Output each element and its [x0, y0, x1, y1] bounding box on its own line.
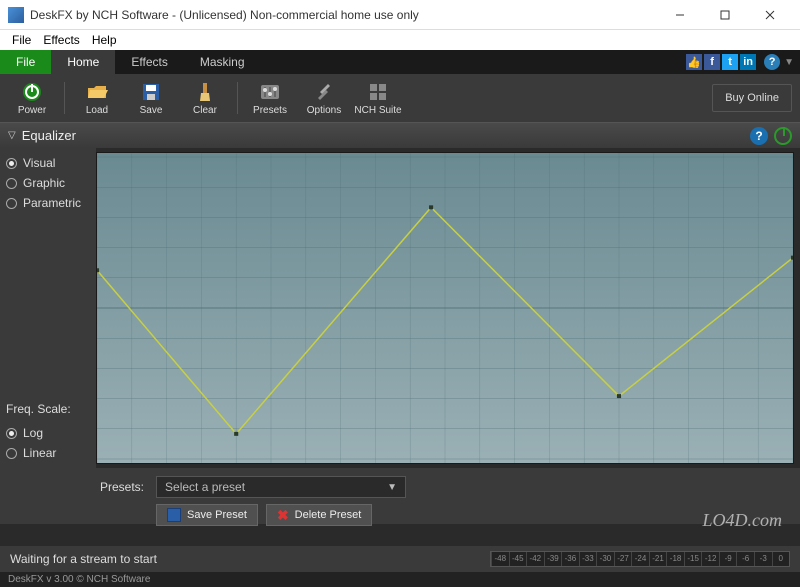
floppy-icon: [167, 508, 181, 522]
equalizer-power-icon[interactable]: [774, 127, 792, 145]
presets-button[interactable]: Presets: [244, 78, 296, 118]
menu-file[interactable]: File: [6, 31, 37, 49]
meter-tick: -9: [719, 552, 737, 566]
menu-help[interactable]: Help: [86, 31, 123, 49]
meter-tick: -27: [614, 552, 632, 566]
maximize-button[interactable]: [702, 1, 747, 29]
power-icon: [21, 81, 43, 103]
meter-tick: -18: [666, 552, 684, 566]
meter-tick: -45: [509, 552, 527, 566]
buy-online-button[interactable]: Buy Online: [712, 84, 792, 112]
meter-tick: -39: [544, 552, 562, 566]
freqscale-log-radio[interactable]: Log: [6, 426, 90, 440]
meter-tick: -48: [491, 552, 509, 566]
window-title: DeskFX by NCH Software - (Unlicensed) No…: [30, 8, 657, 22]
meter-tick: -33: [579, 552, 597, 566]
meter-tick: -21: [649, 552, 667, 566]
meter-tick: -24: [631, 552, 649, 566]
save-preset-button[interactable]: Save Preset: [156, 504, 258, 526]
mode-graphic-radio[interactable]: Graphic: [6, 176, 90, 190]
presets-label: Presets:: [100, 476, 144, 494]
save-button[interactable]: Save: [125, 78, 177, 118]
spacer: [0, 524, 800, 546]
nch-suite-button[interactable]: NCH Suite: [352, 78, 404, 118]
load-button[interactable]: Load: [71, 78, 123, 118]
equalizer-chart[interactable]: [96, 152, 794, 464]
options-button[interactable]: Options: [298, 78, 350, 118]
power-button[interactable]: Power: [6, 78, 58, 118]
menu-effects[interactable]: Effects: [37, 31, 85, 49]
equalizer-sidebar: Visual Graphic Parametric Freq. Scale: L…: [0, 148, 96, 468]
equalizer-panel-header[interactable]: ▽ Equalizer ?: [0, 122, 800, 148]
tools-icon: [313, 81, 335, 103]
chevron-down-icon[interactable]: ▼: [784, 57, 794, 68]
twitter-icon[interactable]: t: [722, 54, 738, 70]
clear-button[interactable]: Clear: [179, 78, 231, 118]
delete-preset-button[interactable]: ✖Delete Preset: [266, 504, 372, 526]
toolbar: Power Load Save Clear Presets Options NC…: [0, 74, 800, 122]
delete-x-icon: ✖: [277, 507, 289, 524]
status-bar: Waiting for a stream to start -48-45-42-…: [0, 546, 800, 572]
meter-tick: -12: [701, 552, 719, 566]
toolbar-separator: [64, 82, 65, 114]
tab-file[interactable]: File: [0, 50, 51, 74]
facebook-icon[interactable]: f: [704, 54, 720, 70]
ribbon-tabs: File Home Effects Masking 👍 f t in ? ▼: [0, 50, 800, 74]
freq-scale-label: Freq. Scale:: [6, 402, 90, 416]
meter-tick: -15: [684, 552, 702, 566]
level-meter: -48-45-42-39-36-33-30-27-24-21-18-15-12-…: [490, 551, 790, 567]
menubar: File Effects Help: [0, 30, 800, 50]
meter-tick: 0: [772, 552, 790, 566]
chevron-down-icon: ▼: [387, 482, 397, 493]
toolbar-separator: [237, 82, 238, 114]
app-icon: [8, 7, 24, 23]
status-text: Waiting for a stream to start: [10, 552, 490, 566]
meter-tick: -36: [561, 552, 579, 566]
collapse-triangle-icon: ▽: [8, 130, 16, 141]
folder-open-icon: [86, 81, 108, 103]
sliders-icon: [259, 81, 281, 103]
close-button[interactable]: [747, 1, 792, 29]
equalizer-body: Visual Graphic Parametric Freq. Scale: L…: [0, 148, 800, 468]
tab-home[interactable]: Home: [51, 50, 115, 74]
freqscale-linear-radio[interactable]: Linear: [6, 446, 90, 460]
minimize-button[interactable]: [657, 1, 702, 29]
grid-icon: [367, 81, 389, 103]
tab-effects[interactable]: Effects: [115, 50, 183, 74]
preset-select[interactable]: Select a preset ▼: [156, 476, 406, 498]
meter-tick: -30: [596, 552, 614, 566]
meter-tick: -42: [526, 552, 544, 566]
presets-panel: Presets: Select a preset ▼ Save Preset ✖…: [0, 468, 800, 524]
thumbsup-icon[interactable]: 👍: [686, 54, 702, 70]
equalizer-help-icon[interactable]: ?: [750, 127, 768, 145]
footer-version: DeskFX v 3.00 © NCH Software: [0, 572, 800, 587]
floppy-icon: [140, 81, 162, 103]
mode-parametric-radio[interactable]: Parametric: [6, 196, 90, 210]
meter-tick: -6: [736, 552, 754, 566]
linkedin-icon[interactable]: in: [740, 54, 756, 70]
equalizer-title: Equalizer: [22, 128, 750, 143]
help-icon[interactable]: ?: [764, 54, 780, 70]
tab-masking[interactable]: Masking: [184, 50, 261, 74]
brush-icon: [194, 81, 216, 103]
meter-tick: -3: [754, 552, 772, 566]
mode-visual-radio[interactable]: Visual: [6, 156, 90, 170]
window-titlebar: DeskFX by NCH Software - (Unlicensed) No…: [0, 0, 800, 30]
